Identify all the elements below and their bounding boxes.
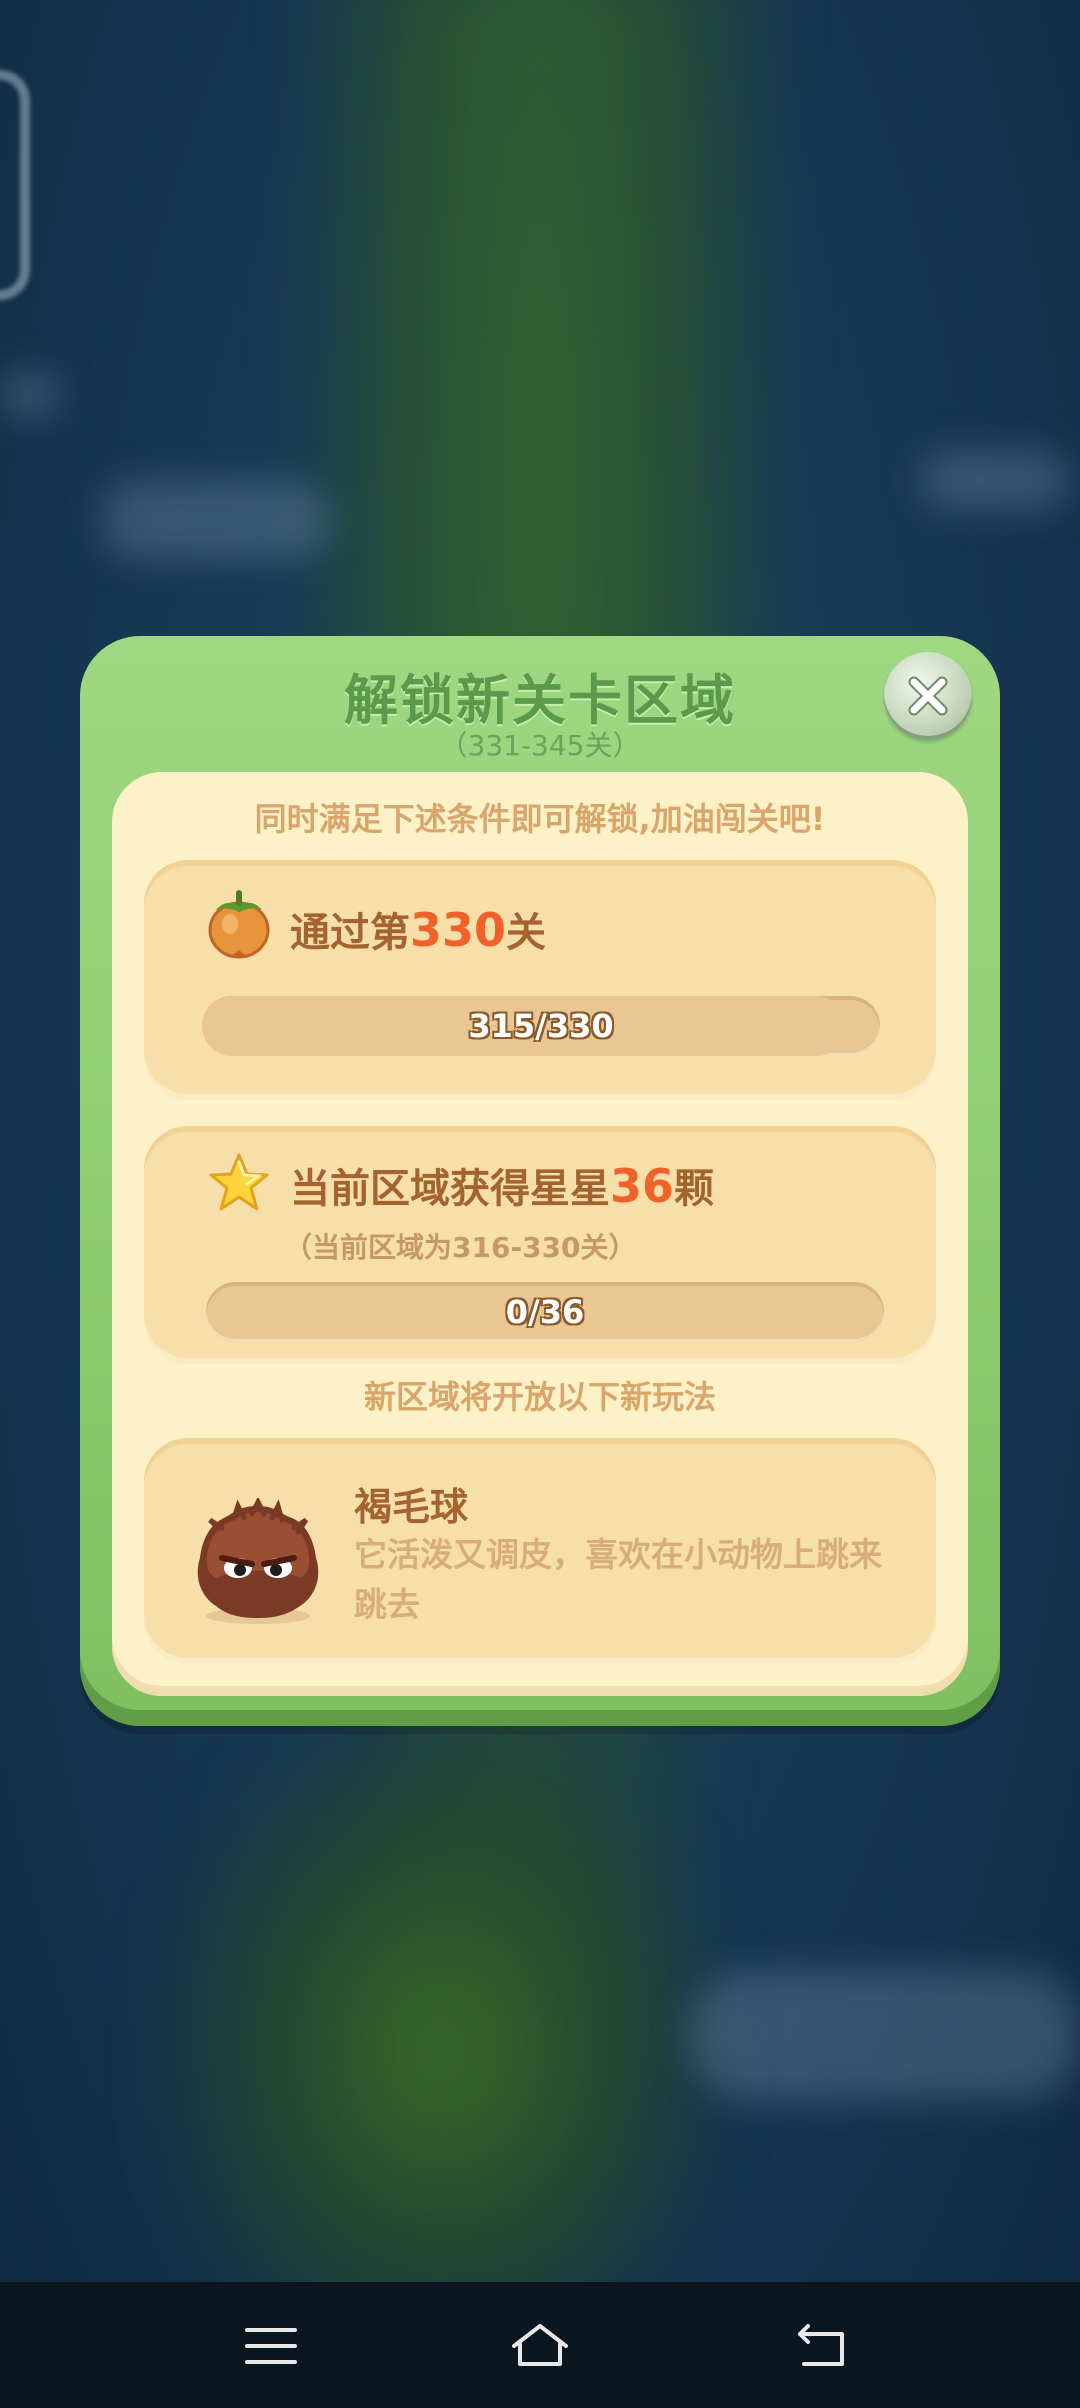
unlock-region-dialog: 解锁新关卡区域 （331-345关） 同时满足下述条件即可解锁,加油闯关吧! 通…: [80, 636, 1000, 1726]
new-features-label: 新区域将开放以下新玩法: [363, 1378, 716, 1416]
condition-prefix: 当前区域获得星星: [290, 1166, 610, 1212]
condition-card-levels: 通过第330关 315/330: [144, 860, 936, 1100]
background-cloud: [690, 1970, 1080, 2100]
background-cloud: [100, 480, 330, 560]
back-button[interactable]: [782, 2306, 862, 2386]
dialog-subtitle: （331-345关）: [439, 729, 641, 762]
condition-note: （当前区域为316-330关）: [284, 1231, 637, 1264]
menu-button[interactable]: [231, 2306, 311, 2386]
brown-furball-monster-icon: [197, 1498, 319, 1624]
star-progress-bar: 0/36: [206, 1282, 884, 1342]
persimmon-icon: [208, 890, 270, 959]
progress-label: 315/330: [468, 1007, 614, 1045]
close-icon: [908, 676, 948, 716]
close-button[interactable]: [884, 652, 972, 740]
condition-highlight: 330: [410, 903, 507, 957]
menu-icon: [245, 2328, 297, 2364]
condition-prefix: 通过第: [290, 910, 410, 956]
condition-suffix: 颗: [674, 1166, 715, 1212]
background-hexagon-frame: [0, 70, 30, 300]
home-icon: [512, 2324, 568, 2366]
star-icon: [209, 1153, 269, 1211]
feature-name: 褐毛球: [354, 1485, 469, 1529]
condition-text: 当前区域获得星星36颗: [290, 1156, 714, 1214]
progress-label: 0/36: [505, 1293, 585, 1331]
home-button[interactable]: [500, 2306, 580, 2386]
background-cloud: [0, 370, 60, 420]
condition-card-stars: 当前区域获得星星36颗 （当前区域为316-330关） 0/36: [144, 1126, 936, 1364]
level-progress-bar: 315/330: [202, 996, 880, 1056]
game-screen: 解锁新关卡区域 （331-345关） 同时满足下述条件即可解锁,加油闯关吧! 通…: [0, 0, 1080, 2408]
dialog-panel: 同时满足下述条件即可解锁,加油闯关吧! 通过第330关 315/330 当前区域…: [112, 772, 968, 1696]
feature-card: 褐毛球 它活泼又调皮，喜欢在小动物上跳来跳去: [144, 1438, 936, 1664]
feature-description: 它活泼又调皮，喜欢在小动物上跳来跳去: [354, 1535, 882, 1624]
condition-highlight: 36: [610, 1159, 675, 1213]
back-icon: [798, 2324, 844, 2366]
condition-suffix: 关: [506, 910, 547, 956]
background-cloud: [920, 450, 1070, 510]
unlock-hint: 同时满足下述条件即可解锁,加油闯关吧!: [254, 800, 826, 838]
system-navigation-bar: [0, 2282, 1080, 2408]
condition-text: 通过第330关: [290, 900, 546, 958]
